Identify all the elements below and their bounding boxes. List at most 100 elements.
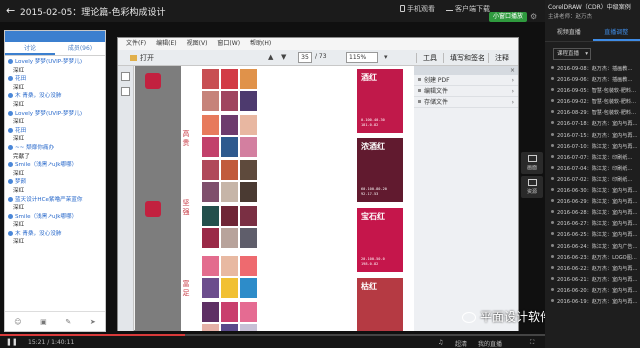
course-list-item[interactable]: 2016-06-20：赵万杰：室内与再…: [545, 286, 640, 297]
color-swatch: [202, 324, 219, 331]
prev-page-icon[interactable]: ▲: [268, 53, 273, 61]
pages-icon[interactable]: [121, 72, 130, 81]
tab-discussion[interactable]: 讨论: [5, 42, 55, 55]
menu-item[interactable]: 编辑(E): [156, 38, 176, 50]
resource-icon: [527, 179, 537, 186]
comment-button[interactable]: 注释: [488, 53, 509, 63]
course-list-item[interactable]: 2016-06-25：陈江龙：室内与再…: [545, 230, 640, 241]
chat-message-author[interactable]: Lovely 梦梦(UVIP-梦梦儿): [8, 110, 102, 119]
tab-live-video[interactable]: 视频直播: [545, 24, 593, 41]
chat-message-author[interactable]: 花田: [8, 127, 102, 136]
chat-message-text: 深红: [13, 222, 25, 229]
swatch-row: [202, 302, 257, 331]
color-block: [145, 73, 161, 89]
menu-item[interactable]: 视图(V): [187, 38, 208, 50]
client-download-label: 客户端下载: [455, 5, 490, 13]
course-list-item[interactable]: 2016-09-05：智慧-包装软-肥料…: [545, 86, 640, 97]
course-list-item[interactable]: 2016-09-06：赵万杰：插画教…: [545, 75, 640, 86]
avatar-icon: [8, 179, 13, 185]
edit-file-item[interactable]: 编辑文件 ›: [414, 86, 518, 97]
course-list-item[interactable]: 2016-06-30：陈江龙：室内与再…: [545, 186, 640, 197]
course-list-item[interactable]: 2016-06-22：赵万杰：室内与再…: [545, 264, 640, 275]
send-icon[interactable]: ➤: [90, 318, 96, 326]
menu-item[interactable]: 帮助(H): [250, 38, 271, 50]
featured-color-card: 酒红 0-100-40-30 181-0-82: [357, 69, 403, 133]
course-list-item[interactable]: 2016-07-07：陈江龙：印刷纸…: [545, 153, 640, 164]
create-pdf-item[interactable]: 创建 PDF ›: [414, 75, 518, 86]
chat-message-author[interactable]: 木 青桑，没心没肺: [8, 230, 102, 239]
zoom-dropdown-icon[interactable]: ▾: [384, 53, 388, 61]
course-list-item[interactable]: 2016-06-29：陈江龙：室内与再…: [545, 197, 640, 208]
color-swatch: [221, 278, 238, 298]
edit-icon[interactable]: ✎: [65, 318, 71, 326]
chevron-right-icon: ›: [511, 88, 514, 95]
save-file-item[interactable]: 存储文件 ›: [414, 97, 518, 108]
fill-sign-button[interactable]: 填写和签名: [443, 53, 485, 63]
settings-icon[interactable]: ⚙: [530, 12, 537, 21]
chat-message-author[interactable]: 蓝天设计HCe紫噜严茉蓝你: [8, 196, 102, 205]
course-list-item[interactable]: 2016-06-24：陈江龙：室内广告…: [545, 242, 640, 253]
resource-button[interactable]: 资源: [521, 176, 543, 198]
course-list-item[interactable]: 2016-07-02：陈江龙：印刷纸…: [545, 175, 640, 186]
hd-select[interactable]: 超清: [455, 339, 467, 348]
folder-icon: [130, 55, 137, 61]
next-page-icon[interactable]: ▼: [281, 53, 286, 61]
my-live-button[interactable]: 我的直播: [478, 339, 502, 348]
close-icon[interactable]: ×: [510, 66, 515, 75]
chat-message-author[interactable]: 梦颜: [8, 178, 102, 187]
chat-message-author[interactable]: Smile（浅黑↗uJk哪哪）: [8, 213, 102, 222]
color-swatch: [202, 206, 219, 226]
document-view[interactable]: 高贵 坚强 富足 10-100-80-0 180-40-400-100-60-0…: [135, 66, 414, 331]
fullscreen-icon[interactable]: ⛶: [530, 339, 534, 347]
chat-message-author[interactable]: ~~ 颓靡你痛办: [8, 144, 102, 153]
course-list-item[interactable]: 2016-06-28：陈江龙：室内与再…: [545, 208, 640, 219]
course-list-item[interactable]: 2016-07-18：赵万杰：室内与再…: [545, 119, 640, 130]
client-download-button[interactable]: 客户端下载: [446, 4, 490, 14]
small-window-button[interactable]: 小窗口播放: [489, 12, 528, 22]
chat-message-author[interactable]: 花田: [8, 75, 102, 84]
menu-item[interactable]: 文件(F): [126, 38, 146, 50]
color-swatch: [202, 137, 219, 157]
document-page: 高贵 坚强 富足 10-100-80-0 180-40-400-100-60-0…: [181, 66, 414, 331]
toolbar: 打开 ▲ ▼ 35 / 73 115% ▾ 工具 填写和签名 注释: [118, 50, 518, 66]
color-swatch: [240, 69, 257, 89]
image-icon[interactable]: ▣: [40, 318, 47, 326]
course-list-item[interactable]: 2016-09-08：赵万杰：插画教…: [545, 64, 640, 75]
back-arrow-icon[interactable]: ←: [6, 4, 15, 17]
swatch-row: [202, 69, 257, 111]
avatar-icon: [8, 127, 13, 133]
course-list-item[interactable]: 2016-07-10：陈江龙：室内与再…: [545, 142, 640, 153]
chat-message-author[interactable]: Lovely 梦梦(UVIP-梦梦儿): [8, 58, 102, 67]
chat-message-author[interactable]: 木 青桑，没心没肺: [8, 92, 102, 101]
page-number-input[interactable]: 35: [298, 52, 312, 63]
course-list-item[interactable]: 2016-06-27：陈江龙：室内与再…: [545, 219, 640, 230]
pause-icon[interactable]: ❚❚: [6, 338, 18, 346]
course-tabs: 视频直播 直播调整: [545, 24, 640, 42]
swatch-row: [202, 115, 257, 157]
course-info-panel: CorelDRAW（CDR）中级案例 主讲老师：赵万杰 视频直播 直播调整 ▾ 课…: [545, 0, 640, 348]
tab-members[interactable]: 成员(96): [55, 42, 105, 55]
course-list-item[interactable]: 2016-07-04：陈江龙：印刷纸…: [545, 164, 640, 175]
course-list-item[interactable]: 2016-08-29：智慧-包装软-肥料…: [545, 108, 640, 119]
zoom-select[interactable]: 115%: [346, 52, 378, 63]
mobile-watch-button[interactable]: 手机观看: [400, 4, 435, 14]
course-list-item[interactable]: 2016-06-19：赵万杰：室内与再…: [545, 297, 640, 308]
bookmark-icon[interactable]: [121, 87, 130, 96]
course-list-item[interactable]: 2016-07-15：赵万杰：室内与再…: [545, 131, 640, 142]
featured-color-code: 60-100-80-20 92-17-53: [361, 187, 387, 196]
color-swatch: [221, 69, 238, 89]
course-list-item[interactable]: 2016-06-23：赵万杰：LOGO图…: [545, 253, 640, 264]
screen-button[interactable]: 画面: [521, 152, 543, 174]
volume-icon[interactable]: ♫: [438, 339, 443, 346]
tab-live-adjust[interactable]: 直播调整: [592, 24, 640, 41]
color-swatch: [202, 160, 219, 180]
emoji-icon[interactable]: ☺: [14, 318, 21, 326]
open-button[interactable]: 打开: [130, 53, 154, 63]
color-swatch: [221, 228, 238, 248]
course-select[interactable]: ▾ 课程直播: [553, 48, 591, 60]
course-list-item[interactable]: 2016-09-02：智慧-包装软-肥料…: [545, 97, 640, 108]
course-list-item[interactable]: 2016-06-21：赵万杰：室内与再…: [545, 275, 640, 286]
tools-button[interactable]: 工具: [416, 53, 437, 63]
menu-item[interactable]: 窗口(W): [217, 38, 240, 50]
chat-message-author[interactable]: Smile（浅黑↗uJk哪哪）: [8, 161, 102, 170]
